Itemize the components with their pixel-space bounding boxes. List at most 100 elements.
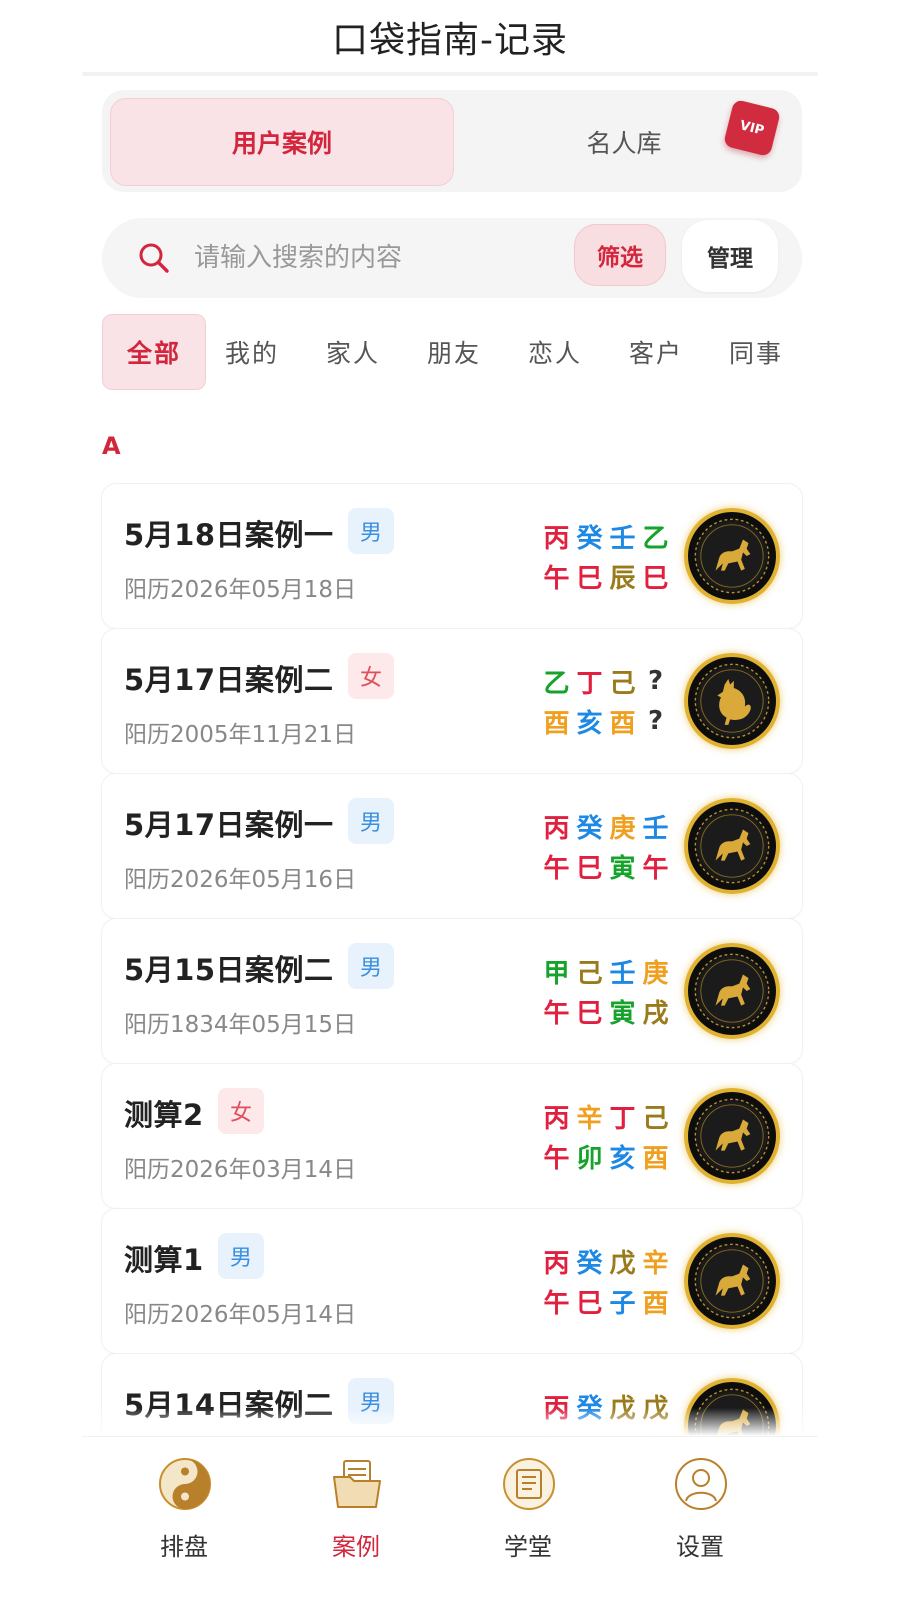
record-date: 阳历2005年11月21日 xyxy=(124,722,357,748)
horse-icon xyxy=(684,943,780,1039)
horse-icon xyxy=(684,798,780,894)
category-tab-colleagues[interactable]: 同事 xyxy=(704,314,808,390)
search-bar: 筛选 管理 xyxy=(102,218,802,298)
tab-paipan[interactable]: 排盘 xyxy=(114,1449,254,1577)
branch-char: 巳 xyxy=(576,998,603,1029)
horse-icon xyxy=(684,1233,780,1329)
branch-char: 午 xyxy=(543,1288,570,1319)
record-card[interactable]: 测算2 女阳历2026年03月14日 丙辛丁己午卯亥酉 xyxy=(102,1064,802,1208)
category-tab-lovers[interactable]: 恋人 xyxy=(503,314,607,390)
tab-label: 学堂 xyxy=(504,1533,552,1561)
horse-icon xyxy=(684,1088,780,1184)
heavenly-stems-row: 乙丁己? xyxy=(540,661,672,701)
stem-char: 丙 xyxy=(543,1103,570,1134)
branch-char: 寅 xyxy=(609,853,636,884)
branch-char: 午 xyxy=(543,853,570,884)
stem-char: 壬 xyxy=(609,958,636,989)
record-date: 阳历2026年05月14日 xyxy=(124,1302,357,1328)
rooster-icon xyxy=(684,653,780,749)
category-tab-all[interactable]: 全部 xyxy=(102,314,206,390)
earthly-branches-row: 午巳寅午 xyxy=(540,846,672,886)
bazi-pillars: 丙癸庚壬午巳寅午 xyxy=(540,806,672,886)
stem-char: 甲 xyxy=(543,958,570,989)
title-bar: 口袋指南-记录 xyxy=(0,0,900,74)
horse-icon xyxy=(684,508,780,604)
heavenly-stems-row: 甲己壬庚 xyxy=(540,951,672,991)
earthly-branches-row: 午巳寅戌 xyxy=(540,991,672,1031)
stem-char: 庚 xyxy=(642,958,669,989)
branch-char: 亥 xyxy=(576,708,603,739)
book-icon xyxy=(502,1457,556,1511)
earthly-branches-row: 酉亥酉? xyxy=(540,701,672,741)
branch-char: 巳 xyxy=(642,563,669,594)
gender-badge: 男 xyxy=(348,798,394,844)
tab-cases[interactable]: 案例 xyxy=(286,1449,426,1577)
gender-badge: 男 xyxy=(218,1233,264,1279)
yin-yang-icon xyxy=(158,1457,212,1511)
stem-char: 癸 xyxy=(576,523,603,554)
gender-badge: 男 xyxy=(348,508,394,554)
stem-char: 戊 xyxy=(609,1248,636,1279)
branch-char: 午 xyxy=(543,563,570,594)
record-card[interactable]: 5月18日案例一男阳历2026年05月18日丙癸壬乙午巳辰巳 xyxy=(102,484,802,628)
record-card[interactable]: 5月17日案例二女阳历2005年11月21日乙丁己? 酉亥酉? xyxy=(102,629,802,773)
filter-button[interactable]: 筛选 xyxy=(574,224,666,286)
section-index-letter: A xyxy=(102,432,121,460)
record-date: 阳历2026年03月14日 xyxy=(124,1157,357,1183)
bazi-pillars: 丙癸戊辛午巳子酉 xyxy=(540,1241,672,1321)
branch-char: 酉 xyxy=(642,1143,669,1174)
tab-label: 设置 xyxy=(676,1533,724,1561)
tab-school[interactable]: 学堂 xyxy=(458,1449,598,1577)
gender-badge: 女 xyxy=(218,1088,264,1134)
record-card[interactable]: 5月17日案例一男阳历2026年05月16日丙癸庚壬午巳寅午 xyxy=(102,774,802,918)
stem-char: 乙 xyxy=(642,523,669,554)
stem-char: 丁 xyxy=(609,1103,636,1134)
category-tab-mine[interactable]: 我的 xyxy=(200,314,304,390)
branch-char: 卯 xyxy=(576,1143,603,1174)
record-card[interactable]: 5月15日案例二男阳历1834年05月15日 甲己壬庚午巳寅戌 xyxy=(102,919,802,1063)
bottom-tab-bar: 排盘 案例 学堂 设置 xyxy=(82,1436,818,1600)
stem-char: 己 xyxy=(576,958,603,989)
stem-char: 己 xyxy=(642,1103,669,1134)
stem-char: 癸 xyxy=(576,813,603,844)
segment-user-cases[interactable]: 用户案例 xyxy=(110,98,454,186)
branch-char: 子 xyxy=(609,1288,636,1319)
segment-control: 用户案例 名人库 VIP xyxy=(102,90,802,192)
category-tabs: 全部 我的 家人 朋友 恋人 客户 同事 xyxy=(102,314,802,390)
record-name: 测算1 xyxy=(124,1243,204,1277)
bazi-pillars: 丙辛丁己午卯亥酉 xyxy=(540,1096,672,1176)
stem-char: 乙 xyxy=(543,668,570,699)
user-icon xyxy=(674,1457,728,1511)
stem-char: 壬 xyxy=(609,523,636,554)
record-card[interactable]: 测算1 男阳历2026年05月14日 丙癸戊辛午巳子酉 xyxy=(102,1209,802,1353)
tab-settings[interactable]: 设置 xyxy=(630,1449,770,1577)
branch-char: 寅 xyxy=(609,998,636,1029)
stem-char: 丙 xyxy=(543,813,570,844)
bazi-pillars: 甲己壬庚午巳寅戌 xyxy=(540,951,672,1031)
stem-char: 己 xyxy=(609,668,636,699)
category-tab-friends[interactable]: 朋友 xyxy=(402,314,506,390)
branch-char: 辰 xyxy=(609,563,636,594)
stem-char: 辛 xyxy=(576,1103,603,1134)
record-name: 5月15日案例二 xyxy=(124,953,334,987)
branch-char: 午 xyxy=(543,1143,570,1174)
branch-char: 午 xyxy=(642,853,669,884)
earthly-branches-row: 午巳辰巳 xyxy=(540,556,672,596)
bazi-pillars: 乙丁己? 酉亥酉? xyxy=(540,661,672,741)
branch-char: 酉 xyxy=(543,708,570,739)
title-divider xyxy=(82,72,818,76)
branch-char: 巳 xyxy=(576,563,603,594)
heavenly-stems-row: 丙癸戊辛 xyxy=(540,1241,672,1281)
stem-char: 庚 xyxy=(609,813,636,844)
heavenly-stems-row: 丙癸庚壬 xyxy=(540,806,672,846)
category-tab-clients[interactable]: 客户 xyxy=(604,314,708,390)
stem-char: 丙 xyxy=(543,1248,570,1279)
search-input[interactable] xyxy=(194,232,544,284)
category-tab-family[interactable]: 家人 xyxy=(301,314,405,390)
gender-badge: 女 xyxy=(348,653,394,699)
stem-char: 壬 xyxy=(642,813,669,844)
branch-char: 酉 xyxy=(609,708,636,739)
heavenly-stems-row: 丙辛丁己 xyxy=(540,1096,672,1136)
tab-label: 案例 xyxy=(332,1533,380,1561)
manage-button[interactable]: 管理 xyxy=(682,220,778,292)
